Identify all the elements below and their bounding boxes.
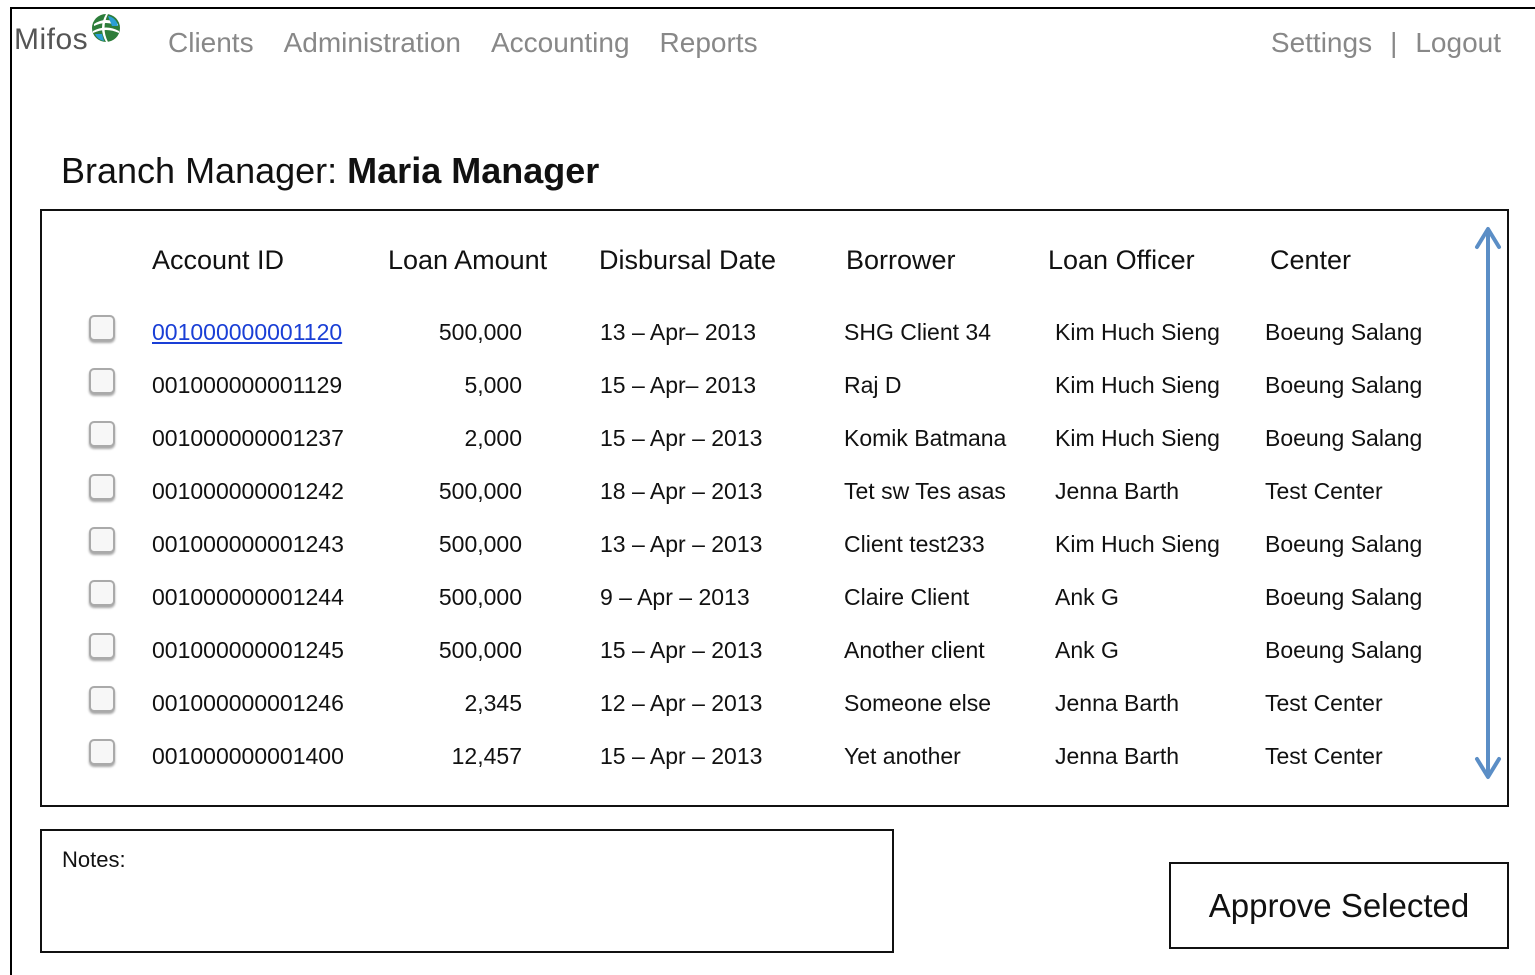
globe-icon (92, 14, 121, 42)
loan-officer: Jenna Barth (1055, 743, 1180, 769)
page-title-name: Maria Manager (347, 150, 600, 191)
row-checkbox[interactable] (89, 633, 115, 659)
borrower: Client test233 (844, 531, 985, 557)
header-account-id: Account ID (152, 245, 285, 275)
header-disbursal-date: Disbursal Date (599, 245, 777, 275)
account-id: 001000000001243 (152, 531, 344, 557)
table-row: 001000000001400 12,457 15 – Apr – 2013 Y… (42, 739, 1442, 782)
page-title-prefix: Branch Manager: (61, 150, 338, 191)
center: Boeung Salang (1265, 637, 1423, 663)
disbursal-date: 18 – Apr – 2013 (600, 478, 763, 504)
center: Boeung Salang (1265, 584, 1423, 610)
table-row: 001000000001242 500,000 18 – Apr – 2013 … (42, 474, 1442, 517)
loan-amount: 500,000 (438, 319, 522, 345)
loan-officer: Kim Huch Sieng (1055, 319, 1220, 345)
borrower: Yet another (844, 743, 961, 769)
header-loan-amount: Loan Amount (388, 245, 548, 275)
loan-amount: 5,000 (464, 372, 522, 398)
borrower: Claire Client (844, 584, 970, 610)
table-row: 001000000001129 5,000 15 – Apr– 2013 Raj… (42, 368, 1442, 411)
borrower: Komik Batmana (844, 425, 1007, 451)
account-id: 001000000001245 (152, 637, 344, 663)
table-row: 001000000001246 2,345 12 – Apr – 2013 So… (42, 686, 1442, 729)
logo-text: Mifos (14, 23, 89, 56)
center: Test Center (1265, 743, 1383, 769)
page-title: Branch Manager: Maria Manager (61, 150, 599, 192)
table-row: 001000000001243 500,000 13 – Apr – 2013 … (42, 527, 1442, 570)
settings-link[interactable]: Settings (1271, 25, 1372, 61)
top-right-links: Settings | Logout (1271, 25, 1501, 61)
loan-officer: Kim Huch Sieng (1055, 372, 1220, 398)
center: Boeung Salang (1265, 372, 1423, 398)
row-checkbox[interactable] (89, 739, 115, 765)
disbursal-date: 15 – Apr – 2013 (600, 637, 763, 663)
disbursal-date: 15 – Apr – 2013 (600, 425, 763, 451)
borrower: Another client (844, 637, 985, 663)
row-checkbox[interactable] (89, 368, 115, 394)
disbursal-date: 13 – Apr – 2013 (600, 531, 763, 557)
borrower: Tet sw Tes asas (844, 478, 1006, 504)
table-row: 001000000001120 500,000 13 – Apr– 2013 S… (42, 315, 1442, 358)
borrower: Someone else (844, 690, 992, 716)
loan-amount: 2,000 (464, 425, 522, 451)
mifos-logo[interactable]: Mifos (14, 14, 122, 60)
notes-label: Notes: (62, 847, 126, 872)
loan-amount: 500,000 (438, 531, 522, 557)
account-id: 001000000001244 (152, 584, 344, 610)
center: Boeung Salang (1265, 531, 1423, 557)
loan-officer: Jenna Barth (1055, 690, 1180, 716)
nav-administration[interactable]: Administration (284, 25, 461, 61)
nav-clients[interactable]: Clients (168, 25, 254, 61)
header-loan-officer: Loan Officer (1048, 245, 1195, 275)
table-row: 001000000001237 2,000 15 – Apr – 2013 Ko… (42, 421, 1442, 464)
account-id: 001000000001242 (152, 478, 344, 504)
loan-amount: 500,000 (438, 637, 522, 663)
logout-link[interactable]: Logout (1415, 25, 1501, 61)
header-center: Center (1270, 245, 1352, 275)
row-checkbox[interactable] (89, 315, 115, 341)
table-row: 001000000001245 500,000 15 – Apr – 2013 … (42, 633, 1442, 676)
loan-officer: Ank G (1055, 584, 1119, 610)
loan-amount: 500,000 (438, 478, 522, 504)
nav-separator: | (1390, 27, 1398, 58)
disbursal-date: 15 – Apr – 2013 (600, 743, 763, 769)
loan-approval-table: Account ID Loan Amount Disbursal Date Bo… (40, 209, 1509, 807)
disbursal-date: 13 – Apr– 2013 (600, 319, 757, 345)
disbursal-date: 9 – Apr – 2013 (600, 584, 750, 610)
scroll-arrow-icon[interactable] (1474, 223, 1502, 783)
nav-accounting[interactable]: Accounting (491, 25, 630, 61)
loan-officer: Jenna Barth (1055, 478, 1180, 504)
main-nav: Clients Administration Accounting Report… (168, 25, 758, 61)
center: Test Center (1265, 690, 1383, 716)
loan-officer: Ank G (1055, 637, 1119, 663)
row-checkbox[interactable] (89, 527, 115, 553)
account-id: 001000000001246 (152, 690, 344, 716)
notes-field[interactable]: Notes: (40, 829, 894, 953)
row-checkbox[interactable] (89, 474, 115, 500)
header-borrower: Borrower (846, 245, 956, 275)
row-checkbox[interactable] (89, 421, 115, 447)
account-id: 001000000001237 (152, 425, 344, 451)
loan-officer: Kim Huch Sieng (1055, 531, 1220, 557)
account-id-link[interactable]: 001000000001120 (152, 318, 342, 346)
row-checkbox[interactable] (89, 686, 115, 712)
borrower: Raj D (844, 372, 902, 398)
center: Boeung Salang (1265, 425, 1423, 451)
account-id: 001000000001129 (152, 372, 343, 398)
loan-amount: 2,345 (464, 690, 522, 716)
account-id: 001000000001400 (152, 743, 344, 769)
center: Boeung Salang (1265, 319, 1423, 345)
center: Test Center (1265, 478, 1383, 504)
disbursal-date: 12 – Apr – 2013 (600, 690, 763, 716)
approve-selected-button[interactable]: Approve Selected (1169, 862, 1509, 949)
loan-officer: Kim Huch Sieng (1055, 425, 1220, 451)
borrower: SHG Client 34 (844, 319, 992, 345)
disbursal-date: 15 – Apr– 2013 (600, 372, 757, 398)
loan-amount: 500,000 (438, 584, 522, 610)
loan-amount: 12,457 (451, 743, 522, 769)
nav-reports[interactable]: Reports (660, 25, 758, 61)
row-checkbox[interactable] (89, 580, 115, 606)
table-row: 001000000001244 500,000 9 – Apr – 2013 C… (42, 580, 1442, 623)
